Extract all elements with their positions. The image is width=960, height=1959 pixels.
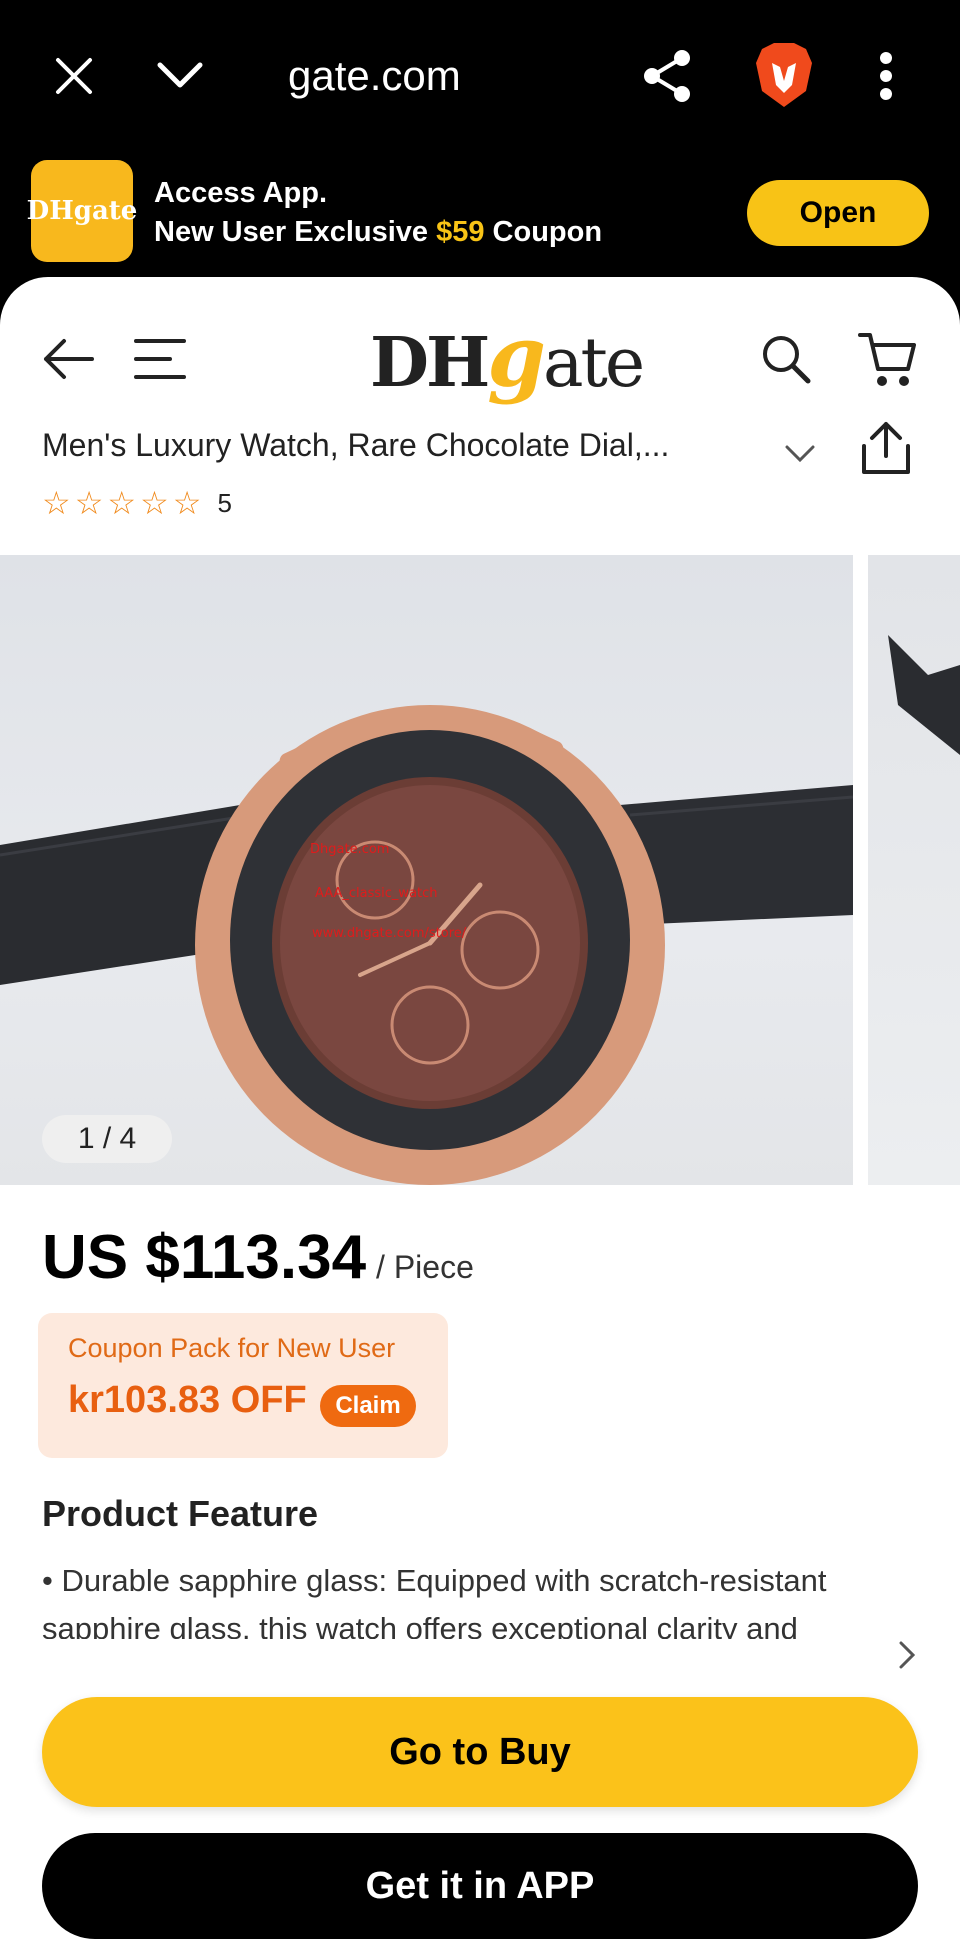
coupon-label: Coupon Pack for New User (68, 1333, 396, 1363)
product-title: Men's Luxury Watch, Rare Chocolate Dial,… (42, 427, 670, 463)
menu-icon[interactable] (130, 329, 190, 389)
product-photo[interactable]: Dhgate.com AAA_classic_watch www.dhgate.… (0, 555, 853, 1185)
upload-share-icon[interactable] (856, 417, 916, 479)
app-promo-banner: DHgate Access App. New User Exclusive $5… (0, 150, 960, 280)
get-app-button[interactable]: Get it in APP (42, 1833, 918, 1939)
back-arrow-icon[interactable] (38, 329, 98, 389)
chevron-down-icon[interactable] (152, 50, 208, 102)
go-to-buy-button[interactable]: Go to Buy (42, 1697, 918, 1807)
star-icon: ☆ (42, 485, 71, 521)
coupon-amount: kr103.83 OFF (68, 1379, 307, 1421)
search-icon[interactable] (756, 329, 816, 389)
star-icon: ☆ (140, 485, 169, 521)
brand-ate: ate (542, 324, 645, 403)
price-block: US $113.34/ Piece (42, 1222, 474, 1293)
star-icon: ☆ (172, 485, 202, 521)
banner-line2-prefix: New User Exclusive (154, 216, 437, 248)
brand-g: g (487, 307, 546, 406)
brand-dh: DH (370, 323, 490, 403)
claim-button[interactable]: Claim (320, 1385, 416, 1427)
image-counter: 1 / 4 (42, 1115, 172, 1163)
rating-value: 5 (217, 487, 232, 518)
close-icon[interactable] (48, 50, 100, 102)
banner-text: Access App. New User Exclusive $59 Coupo… (154, 174, 602, 252)
app-logo-text: DHgate (26, 196, 138, 226)
watermark-line-1: Dhgate.com (310, 842, 389, 857)
rating-stars: ☆ ☆ ☆ ☆ ☆ 5 (42, 487, 232, 519)
more-vert-icon[interactable] (866, 48, 906, 104)
next-photo-peek[interactable] (868, 555, 960, 1185)
url-field[interactable]: gate.com (288, 52, 461, 100)
open-app-button[interactable]: Open (747, 180, 929, 246)
watch-image: Dhgate.com AAA_classic_watch www.dhgate.… (0, 705, 853, 1185)
watermark-line-3: www.dhgate.com/store/ (312, 926, 467, 941)
banner-line1: Access App. (154, 177, 327, 209)
price: US $113.34 (42, 1223, 367, 1292)
dhgate-app-logo: DHgate (27, 160, 137, 262)
product-page: DHgate Men's Luxury Watch, Rare Chocolat… (0, 277, 960, 1959)
star-icon: ☆ (107, 485, 137, 521)
product-gallery[interactable]: Dhgate.com AAA_classic_watch www.dhgate.… (0, 555, 960, 1185)
brave-lion-icon[interactable] (752, 40, 816, 110)
browser-toolbar: gate.com (0, 0, 960, 150)
chevron-down-icon[interactable] (780, 439, 820, 469)
price-unit: / Piece (376, 1249, 474, 1285)
banner-line2: New User Exclusive $59 Coupon (154, 213, 602, 252)
feature-body: • Durable sapphire glass: Equipped with … (42, 1563, 827, 1639)
chevron-right-icon[interactable] (892, 1635, 922, 1675)
cart-icon[interactable] (856, 327, 918, 391)
watermark-line-2: AAA_classic_watch (315, 886, 438, 901)
coupon-card[interactable]: Coupon Pack for New User kr103.83 OFF Cl… (38, 1313, 448, 1458)
banner-coupon-amount: $59 (436, 216, 485, 248)
banner-line2-suffix: Coupon (484, 216, 603, 248)
dhgate-logo[interactable]: DHgate (370, 307, 645, 406)
share-icon[interactable] (640, 46, 696, 106)
star-icon: ☆ (74, 485, 104, 521)
feature-heading: Product Feature (42, 1493, 319, 1534)
